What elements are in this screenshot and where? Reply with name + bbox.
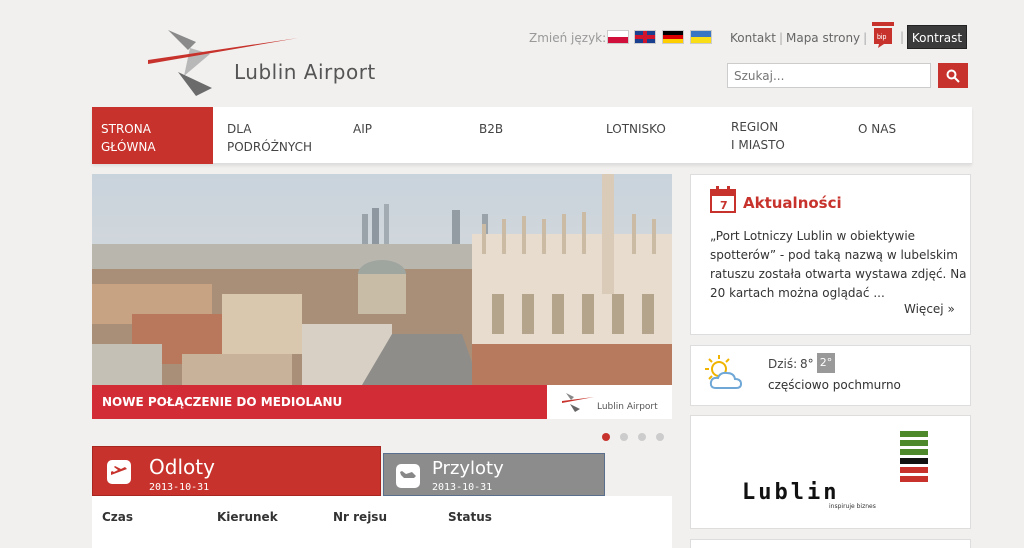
- nav-label: REGION: [731, 120, 779, 134]
- nav-label: O NAS: [858, 122, 897, 136]
- news-more-link[interactable]: Więcej »: [904, 302, 955, 316]
- tab-arrivals[interactable]: Przyloty 2013-10-31: [383, 453, 605, 496]
- sitemap-link[interactable]: Mapa strony: [786, 31, 860, 45]
- calendar-icon: 7: [710, 186, 736, 213]
- weather-low-temp: 2°: [817, 353, 835, 373]
- weather-description: częściowo pochmurno: [768, 378, 901, 392]
- nav-item-region[interactable]: REGION I MIASTO: [731, 107, 821, 164]
- column-header-destination: Kierunek: [217, 510, 278, 524]
- hero-caption[interactable]: NOWE POŁĄCZENIE DO MEDIOLANU: [92, 385, 547, 419]
- flag-de-icon[interactable]: [662, 30, 684, 44]
- nav-item-travellers[interactable]: DLA PODRÓŻNYCH: [227, 107, 337, 164]
- arrivals-date: 2013-10-31: [432, 482, 493, 493]
- flights-table: Czas Kierunek Nr rejsu Status: [92, 496, 672, 548]
- airport-logo-icon: [562, 393, 594, 412]
- top-links: Kontakt | Mapa strony |: [730, 31, 868, 45]
- page: Lublin Airport Zmień język: Kontakt | Mapa…: [92, 0, 972, 548]
- slider-dot[interactable]: [638, 433, 646, 441]
- lublin-tagline: inspiruje biznes: [829, 503, 876, 510]
- slider-dot[interactable]: [656, 433, 664, 441]
- nav-item-b2b[interactable]: B2B: [479, 107, 539, 164]
- arrivals-title: Przyloty: [432, 458, 504, 479]
- bip-icon[interactable]: bip: [872, 22, 894, 48]
- slider-dot[interactable]: [620, 433, 628, 441]
- departures-title: Odloty: [149, 455, 215, 479]
- news-title[interactable]: Aktualności: [743, 194, 842, 212]
- calendar-day: 7: [720, 199, 728, 212]
- news-text: „Port Lotniczy Lublin w obiektywie spott…: [710, 229, 967, 300]
- weather-temp: 8°: [800, 357, 814, 371]
- column-header-flight-number: Nr rejsu: [333, 510, 387, 524]
- lublin-stripes-logo: [900, 431, 928, 482]
- nav-label: GŁÓWNA: [101, 140, 156, 154]
- nav-label: DLA: [227, 122, 252, 136]
- search-icon: [946, 69, 960, 83]
- contrast-button[interactable]: Kontrast: [907, 25, 967, 49]
- nav-label: I MIASTO: [731, 138, 785, 152]
- column-header-time: Czas: [102, 510, 134, 524]
- nav-item-airport[interactable]: LOTNISKO: [606, 107, 696, 164]
- lublin-word: Lublin: [742, 481, 839, 501]
- column-header-status: Status: [448, 510, 492, 524]
- contact-link[interactable]: Kontakt: [730, 31, 776, 45]
- partly-cloudy-icon: [705, 355, 743, 389]
- hero-image[interactable]: [92, 174, 672, 419]
- nav-item-home[interactable]: STRONA GŁÓWNA: [92, 107, 213, 164]
- flag-pl-icon[interactable]: [607, 30, 629, 44]
- nav-label: B2B: [479, 122, 504, 136]
- lublin-wordmark: Lublin: [742, 481, 839, 501]
- arrival-plane-icon: [396, 464, 420, 488]
- bip-label: bip: [877, 34, 886, 41]
- tab-departures[interactable]: Odloty 2013-10-31: [92, 446, 381, 496]
- departures-date: 2013-10-31: [149, 482, 210, 493]
- hero-logo-text: Lublin Airport: [597, 402, 658, 412]
- lublin-banner[interactable]: [690, 415, 971, 529]
- main-nav: STRONA GŁÓWNA DLA PODRÓŻNYCH AIP B2B LOT…: [92, 107, 972, 164]
- slider-dot[interactable]: [602, 433, 610, 441]
- search-button[interactable]: [938, 63, 968, 88]
- nav-label: PODRÓŻNYCH: [227, 140, 312, 154]
- search-input[interactable]: [727, 63, 931, 88]
- flag-en-icon[interactable]: [634, 30, 656, 44]
- nav-label: LOTNISKO: [606, 122, 666, 136]
- separator: |: [900, 30, 905, 44]
- nav-item-about[interactable]: O NAS: [858, 107, 928, 164]
- departure-plane-icon: [107, 460, 131, 484]
- nav-label: AIP: [353, 122, 372, 136]
- language-label: Zmień język:: [529, 31, 607, 45]
- nav-item-aip[interactable]: AIP: [353, 107, 413, 164]
- next-box: [690, 539, 971, 548]
- nav-label: STRONA: [101, 122, 151, 136]
- logo-text: Lublin Airport: [234, 60, 376, 84]
- flag-ua-icon[interactable]: [690, 30, 712, 44]
- weather-today-label: Dziś:: [768, 357, 798, 371]
